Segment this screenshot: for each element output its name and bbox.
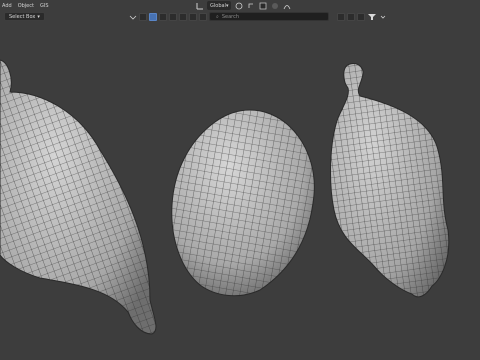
3d-viewport[interactable]: Add Object GIS Global ▾ ⌕ Search Select … [0,0,480,360]
snap-icon[interactable] [246,1,255,10]
header-tools: Global ▾ [195,1,291,10]
scene-icon[interactable] [159,12,167,21]
menu-add[interactable]: Add [2,3,12,9]
filter-icon[interactable] [367,12,376,21]
sort-icon[interactable] [337,12,345,21]
transform-orientation-dropdown[interactable]: Global ▾ [207,1,232,10]
mesh-left[interactable] [0,59,157,335]
outliner-search-field[interactable]: ⌕ Search [209,12,329,21]
sync-icon[interactable] [347,12,355,21]
view-layer-icon[interactable] [149,12,157,21]
mesh-center[interactable] [171,109,315,297]
mesh-canvas[interactable] [0,0,480,360]
collection-icon[interactable] [169,12,177,21]
select-mode-dropdown[interactable]: Select Box ▾ [4,12,45,21]
menu-gis[interactable]: GIS [40,3,49,9]
chevron-down-icon[interactable] [378,12,387,21]
transform-orientation-icon [195,1,204,10]
light-icon[interactable] [199,12,207,21]
snap-target-icon[interactable] [258,1,267,10]
display-mode-icon[interactable] [139,12,147,21]
chevron-down-icon: ▾ [225,2,229,9]
search-placeholder: Search [221,13,239,20]
outliner-toolbar: ⌕ Search [128,12,387,21]
select-mode-label: Select Box [9,13,36,20]
object-icon[interactable] [179,12,187,21]
new-collection-icon[interactable] [357,12,365,21]
transform-orientation-label: Global [210,2,226,9]
search-icon: ⌕ [216,13,219,20]
mesh-right[interactable] [330,63,450,298]
pivot-point-icon[interactable] [234,1,243,10]
falloff-icon[interactable] [282,1,291,10]
menu-object[interactable]: Object [18,3,34,9]
proportional-editing-icon[interactable] [270,1,279,10]
camera-icon[interactable] [189,12,197,21]
chevron-down-icon: ▾ [37,13,40,20]
filter-toggle-icon[interactable] [128,12,137,21]
